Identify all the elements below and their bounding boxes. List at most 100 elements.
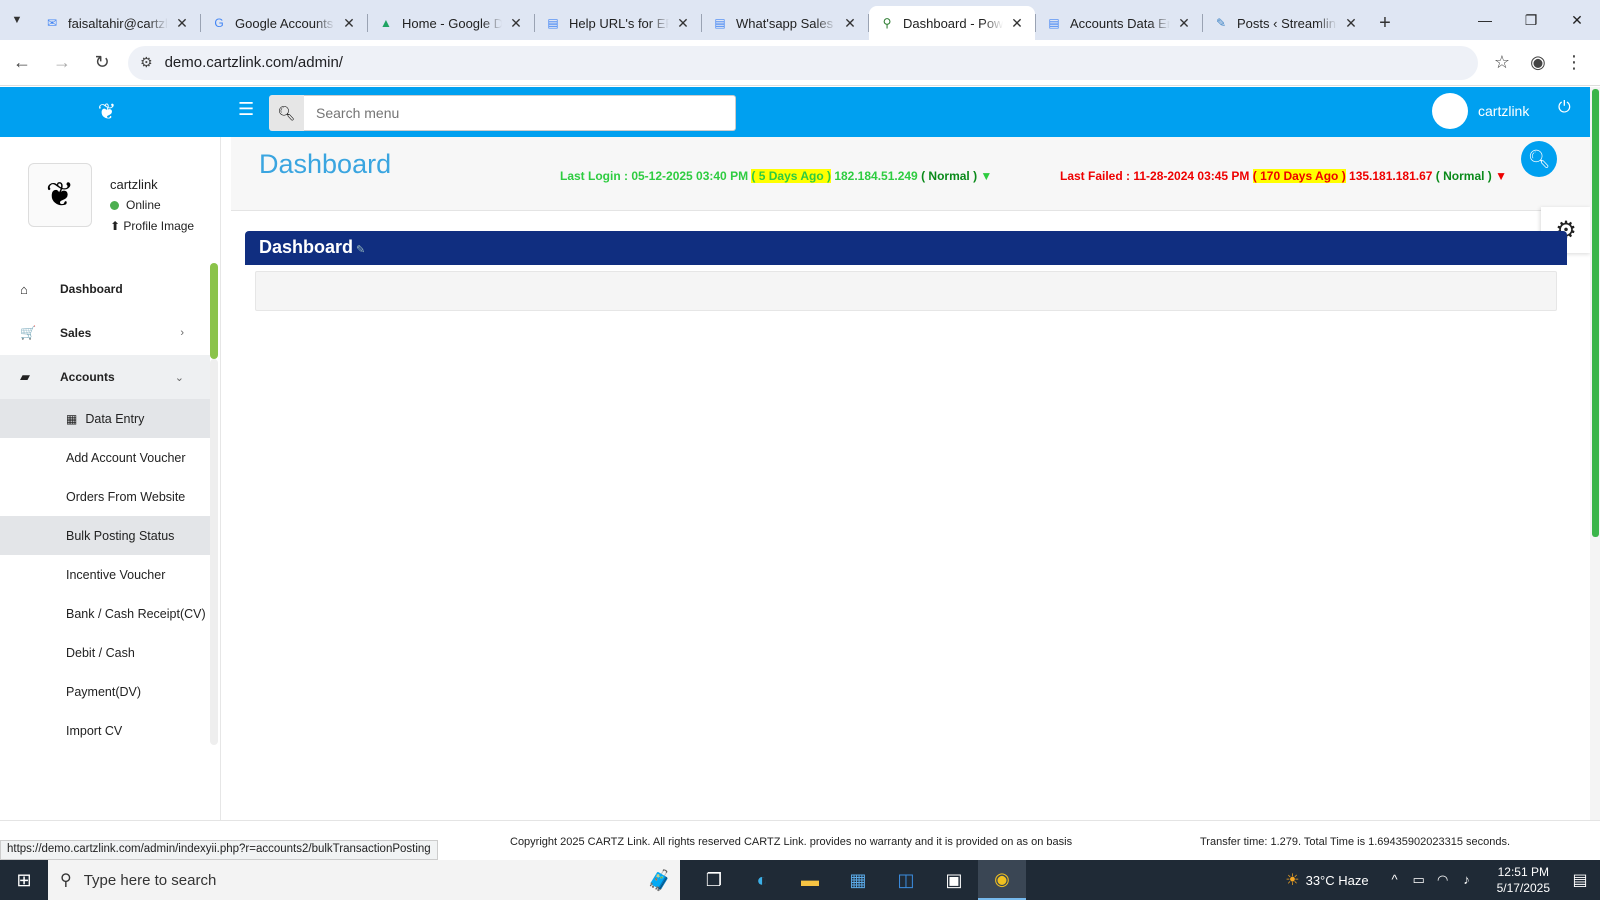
browser-tab[interactable]: ▤ Help URL's for ERP ✕ [535,6,701,40]
browser-tab[interactable]: ▤ Accounts Data Entry ✕ [1036,6,1202,40]
clock-time: 12:51 PM [1497,865,1549,879]
logout-button[interactable]: ⏻ [1558,99,1571,117]
profile-picture: ❦ [28,163,92,227]
close-tab-icon[interactable]: ✕ [508,15,524,32]
browser-tab[interactable]: ▤ What'sapp Sales Messages ✕ [702,6,868,40]
notification-icon[interactable]: ▤ [1560,860,1600,900]
wifi-icon[interactable]: ◠ [1431,872,1455,888]
start-button[interactable]: ⊞ [0,860,48,900]
url-input[interactable]: ⚙ demo.cartzlink.com/admin/ [128,45,1478,80]
submenu-item[interactable]: Payment(DV) [0,672,210,711]
submenu-item[interactable]: Incentive Voucher [0,555,210,594]
new-tab-button[interactable]: + [1369,6,1401,40]
submenu-item[interactable]: Import CV [0,711,210,750]
browser-tab[interactable]: ✉ faisaltahir@cartzlink ✕ [34,6,200,40]
submenu-item-label: Incentive Voucher [66,567,166,582]
submenu-item[interactable]: Add Account Voucher [0,438,210,477]
last-login-ago: ( 5 Days Ago ) [751,169,831,183]
page-scrollbar[interactable] [1590,87,1600,820]
close-tab-icon[interactable]: ✕ [1009,15,1025,32]
caret-down-icon[interactable]: ▼ [977,169,992,183]
store-icon[interactable]: ▦ [834,860,882,900]
browser-tab[interactable]: ✎ Posts ‹ Streamline ✕ [1203,6,1369,40]
minimize-button[interactable]: — [1462,0,1508,40]
chevron-down-icon: ▼ [11,14,23,26]
sidebar-scroll-track[interactable] [210,359,218,745]
close-window-button[interactable]: ✕ [1554,0,1600,40]
volume-icon[interactable]: ♪ [1455,872,1479,888]
submenu-item[interactable]: Orders From Website [0,477,210,516]
file-explorer-icon[interactable]: ▬ [786,860,834,900]
browser-tab[interactable]: G Google Accounts ✕ [201,6,367,40]
docs-icon: ▤ [547,16,559,30]
task-view-icon[interactable]: ❐ [690,860,738,900]
close-tab-icon[interactable]: ✕ [341,15,357,32]
search-menu-input[interactable] [304,95,736,131]
home-icon: ⌂ [20,281,28,297]
restore-button[interactable]: ❐ [1508,0,1554,40]
user-menu[interactable]: ❦ cartzlink [1432,93,1529,129]
site-info-icon[interactable]: ⚙ [140,54,153,71]
browser-tab[interactable]: ▲ Home - Google Drive ✕ [368,6,534,40]
kebab-menu-icon[interactable]: ⋮ [1556,45,1592,81]
browser-tabstrip: ▼ ✉ faisaltahir@cartzlink ✕ G Google Account… [0,0,1600,40]
search-button[interactable]: 🔍︎ [269,95,304,131]
chevron-up-icon[interactable]: ^ [1383,872,1407,888]
last-login-date: Last Login : 05-12-2025 03:40 PM [560,169,752,183]
submenu-item-label: Orders From Website [66,489,186,504]
forward-button[interactable]: → [44,45,80,81]
sidebar-scroll-thumb[interactable] [210,263,218,359]
display-icon[interactable]: ▭ [1407,872,1431,888]
company-logo[interactable]: ❦ [80,93,134,131]
submenu-item[interactable]: Bank / Cash Receipt(CV) [0,594,210,633]
sidebar-item-sales[interactable]: 🛒 Sales › [0,311,210,355]
docs-icon: ▤ [1048,16,1060,30]
pin-icon[interactable]: ✎ [356,244,365,256]
sidebar-menu: ⌂ Dashboard 🛒 Sales › ▰ Accounts ⌄ ▦ Data Entry Ad… [0,267,210,750]
windows-icon: ⊞ [16,869,32,890]
tab-title: What'sapp Sales Messages [736,15,836,31]
weather-widget[interactable]: ☀ 33°C Haze [1285,870,1368,890]
transfer-time-text: Transfer time: 1.279. Total Time is 1.69… [1200,836,1511,848]
outlook-icon[interactable]: ◫ [882,860,930,900]
submenu-item[interactable]: Bulk Posting Status [0,516,210,555]
back-button[interactable]: ← [4,45,40,81]
status-text: Online [126,198,161,212]
last-failed-date: Last Failed : 11-28-2024 03:45 PM [1060,169,1253,183]
chrome-icon[interactable]: ◉ [978,860,1026,900]
bookmark-star-icon[interactable]: ☆ [1484,45,1520,81]
page-scroll-thumb[interactable] [1592,89,1599,537]
weather-icon: ☀ [1285,872,1300,889]
close-tab-icon[interactable]: ✕ [1343,15,1359,32]
sidebar-item-accounts[interactable]: ▰ Accounts ⌄ [0,355,210,399]
tab-title: Accounts Data Entry [1070,15,1170,31]
submenu-item-label: Payment(DV) [66,684,142,699]
profile-image-link[interactable]: ⬆ Profile Image [110,219,194,233]
sidebar-item-label: Dashboard [60,282,123,296]
browser-tab[interactable]: ⚲ Dashboard - Power ✕ [869,6,1035,40]
menu-search: 🔍︎ [269,95,736,131]
hamburger-icon: ☰ [238,99,255,119]
briefcase-icon: ▰ [20,369,30,384]
edge-icon[interactable]: ◐ [738,860,786,900]
sidebar-item-dashboard[interactable]: ⌂ Dashboard [0,267,210,311]
close-tab-icon[interactable]: ✕ [675,15,691,32]
reload-button[interactable]: ↻ [84,45,120,81]
caret-down-icon[interactable]: ▼ [1492,169,1507,183]
taskbar-search[interactable]: ⚲ Type here to search 🧳 [48,860,680,900]
close-tab-icon[interactable]: ✕ [842,15,858,32]
chevron-icon: › [180,327,184,339]
profile-icon[interactable]: ◉ [1520,45,1556,81]
global-search-button[interactable]: 🔍︎ [1521,141,1557,177]
tab-search-button[interactable]: ▼ [0,0,34,40]
gmail-icon: ✉ [46,16,58,30]
submenu-item[interactable]: Debit / Cash [0,633,210,672]
close-tab-icon[interactable]: ✕ [174,15,190,32]
clock[interactable]: 12:51 PM 5/17/2025 [1497,864,1550,896]
url-text: demo.cartzlink.com/admin/ [164,54,343,71]
sidebar-toggle-button[interactable]: ☰ [238,99,254,120]
close-tab-icon[interactable]: ✕ [1176,15,1192,32]
vnc-icon[interactable]: ▣ [930,860,978,900]
tab-title: Home - Google Drive [402,15,502,31]
submenu-item[interactable]: ▦ Data Entry [0,399,210,438]
